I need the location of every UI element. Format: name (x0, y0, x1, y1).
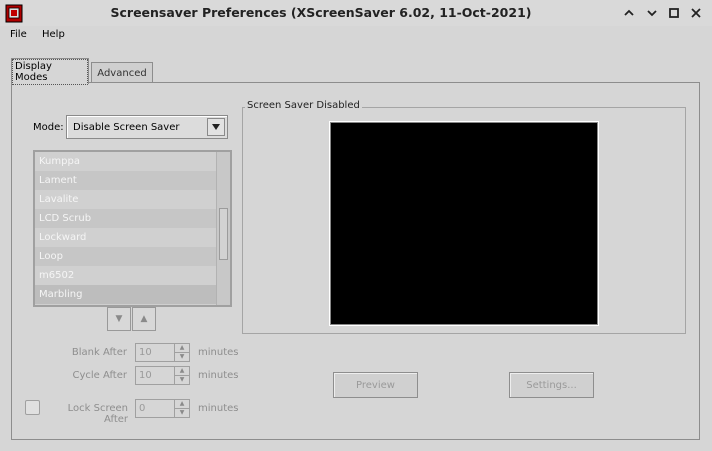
tab-display-modes[interactable]: Display Modes (11, 58, 89, 85)
screensaver-list[interactable]: Kumppa Lament Lavalite LCD Scrub Lockwar… (33, 150, 232, 307)
blank-after-unit: minutes (198, 347, 239, 358)
preview-area (330, 122, 598, 325)
menu-file[interactable]: File (10, 29, 27, 40)
list-item[interactable]: LCD Scrub (35, 209, 230, 228)
spin-up-icon[interactable]: ▲ (175, 400, 189, 409)
tab-advanced-label: Advanced (97, 67, 147, 79)
cycle-after-spinner[interactable]: 10 ▲ ▼ (135, 366, 190, 385)
spin-down-icon[interactable]: ▼ (175, 409, 189, 418)
close-icon[interactable] (687, 4, 705, 22)
spin-down-icon[interactable]: ▼ (175, 376, 189, 385)
mode-dropdown-value: Disable Screen Saver (73, 122, 180, 133)
window-title: Screensaver Preferences (XScreenSaver 6.… (110, 5, 532, 20)
title-bar: Screensaver Preferences (XScreenSaver 6.… (0, 0, 712, 26)
previous-saver-button[interactable]: ▲ (132, 307, 156, 331)
scrollbar-thumb[interactable] (219, 208, 228, 260)
lock-screen-spinner[interactable]: 0 ▲ ▼ (135, 399, 190, 418)
blank-after-value[interactable]: 10 (139, 347, 152, 358)
spin-up-icon[interactable]: ▲ (175, 344, 189, 353)
lock-screen-label: Lock Screen After (67, 403, 128, 425)
blank-after-spinner[interactable]: 10 ▲ ▼ (135, 343, 190, 362)
list-item[interactable]: Lavalite (35, 190, 230, 209)
lock-screen-value[interactable]: 0 (139, 403, 145, 414)
arrow-down-icon: ▼ (115, 314, 123, 324)
menu-help[interactable]: Help (42, 29, 65, 40)
mode-label: Mode: (33, 122, 64, 133)
settings-button-label: Settings... (526, 379, 577, 391)
chevron-down-icon[interactable] (207, 118, 225, 136)
arrow-up-icon: ▲ (140, 314, 148, 324)
list-item-selected[interactable]: Marbling (35, 285, 230, 304)
mode-dropdown[interactable]: Disable Screen Saver (66, 115, 228, 139)
list-item[interactable]: Lockward (35, 228, 230, 247)
menu-bar: File Help (0, 26, 712, 46)
maximize-icon[interactable] (665, 4, 683, 22)
list-item[interactable]: Lament (35, 171, 230, 190)
lock-screen-checkbox[interactable] (25, 400, 40, 415)
spin-down-icon[interactable]: ▼ (175, 353, 189, 362)
cycle-after-label: Cycle After (72, 370, 127, 381)
preview-frame-label: Screen Saver Disabled (245, 100, 362, 111)
lock-screen-unit: minutes (198, 403, 239, 414)
list-item[interactable]: m6502 (35, 266, 230, 285)
blank-after-label: Blank After (71, 347, 127, 358)
list-scrollbar[interactable] (216, 152, 230, 305)
cycle-after-value[interactable]: 10 (139, 370, 152, 381)
next-saver-button[interactable]: ▼ (107, 307, 131, 331)
collapse-icon[interactable] (620, 4, 638, 22)
tab-advanced[interactable]: Advanced (91, 62, 153, 83)
tab-display-modes-label: Display Modes (12, 58, 88, 85)
preview-button[interactable]: Preview (333, 372, 418, 398)
cycle-after-unit: minutes (198, 370, 239, 381)
minimize-icon[interactable] (643, 4, 661, 22)
preview-button-label: Preview (356, 379, 395, 391)
list-item[interactable]: Kumppa (35, 152, 230, 171)
spin-up-icon[interactable]: ▲ (175, 367, 189, 376)
list-item[interactable]: Loop (35, 247, 230, 266)
settings-button[interactable]: Settings... (509, 372, 594, 398)
